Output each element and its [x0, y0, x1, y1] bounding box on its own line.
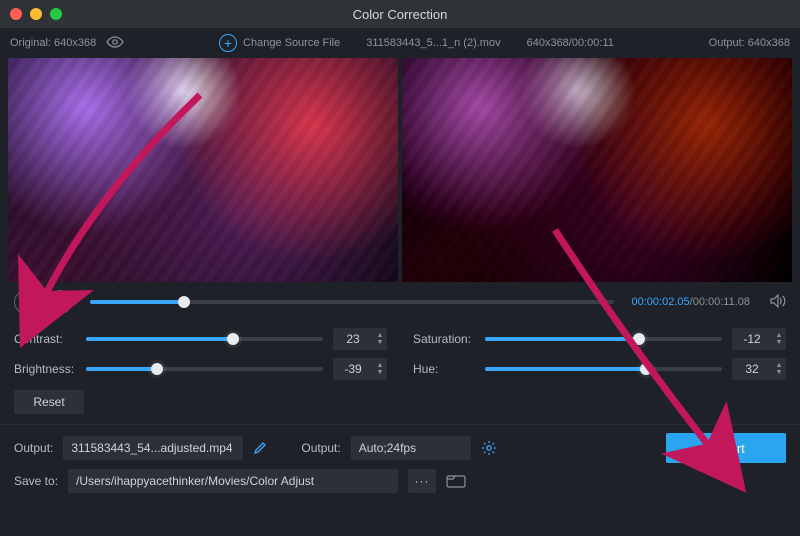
brightness-thumb[interactable]	[151, 363, 163, 375]
change-source-label: Change Source File	[243, 37, 340, 49]
volume-icon[interactable]	[770, 294, 786, 311]
preview-area	[8, 58, 792, 282]
hue-value: 32	[732, 362, 772, 376]
output-file-row: Output: 311583443_54...adjusted.mp4 Outp…	[0, 427, 800, 469]
output-format-value: Auto;24fps	[359, 441, 416, 455]
save-to-field[interactable]: /Users/ihappyacethinker/Movies/Color Adj…	[68, 469, 398, 493]
playback-controls: 00:00:02.05/00:00:11.08	[0, 282, 800, 322]
chevron-up-icon: ▲	[772, 362, 786, 369]
contrast-thumb[interactable]	[227, 333, 239, 345]
contrast-row: Contrast: 23 ▲▼	[14, 328, 387, 350]
timeline-fill	[90, 300, 184, 304]
saturation-stepper[interactable]: -12 ▲▼	[732, 328, 786, 350]
saturation-label: Saturation:	[413, 332, 475, 346]
info-bar: Original: 640x368 + Change Source File 3…	[0, 28, 800, 58]
hue-thumb[interactable]	[640, 363, 652, 375]
contrast-value: 23	[333, 332, 373, 346]
saturation-thumb[interactable]	[633, 333, 645, 345]
output-format-label: Output:	[301, 441, 340, 455]
adjustment-panel: Contrast: 23 ▲▼ Saturation: -12 ▲▼ Brigh…	[0, 322, 800, 384]
output-dimensions-label: Output: 640x368	[709, 37, 790, 49]
original-preview	[8, 58, 398, 282]
chevron-up-icon: ▲	[373, 332, 387, 339]
chevron-up-icon: ▲	[772, 332, 786, 339]
chevron-down-icon: ▼	[772, 369, 786, 376]
preview-visibility-icon[interactable]	[106, 36, 124, 51]
hue-label: Hue:	[413, 362, 475, 376]
export-button[interactable]: Export	[666, 433, 786, 463]
open-folder-icon[interactable]	[446, 473, 466, 489]
source-file-name: 311583443_5...1_n (2).mov	[366, 37, 500, 49]
total-time: 00:00:11.08	[693, 296, 750, 308]
output-file-label: Output:	[14, 441, 53, 455]
stop-icon	[57, 299, 64, 306]
current-time: 00:00:02.05	[632, 296, 690, 308]
brightness-row: Brightness: -39 ▲▼	[14, 358, 387, 380]
chevron-down-icon: ▼	[772, 339, 786, 346]
edit-filename-icon[interactable]	[253, 441, 267, 455]
reset-button[interactable]: Reset	[14, 390, 84, 414]
change-source-button[interactable]: + Change Source File	[219, 34, 340, 52]
output-format-field[interactable]: Auto;24fps	[351, 436, 471, 460]
brightness-label: Brightness:	[14, 362, 76, 376]
window-title: Color Correction	[0, 7, 800, 22]
contrast-label: Contrast:	[14, 332, 76, 346]
brightness-stepper[interactable]: -39 ▲▼	[333, 358, 387, 380]
source-file-meta: 640x368/00:00:11	[527, 37, 614, 49]
timecode: 00:00:02.05/00:00:11.08	[632, 296, 750, 308]
saturation-row: Saturation: -12 ▲▼	[413, 328, 786, 350]
output-file-field[interactable]: 311583443_54...adjusted.mp4	[63, 436, 243, 460]
output-preview	[402, 58, 792, 282]
contrast-slider[interactable]	[86, 337, 323, 341]
play-icon	[23, 297, 30, 307]
saturation-value: -12	[732, 332, 772, 346]
hue-row: Hue: 32 ▲▼	[413, 358, 786, 380]
play-button[interactable]	[14, 290, 38, 314]
timeline-slider[interactable]	[90, 300, 614, 304]
original-dimensions-label: Original: 640x368	[10, 37, 96, 49]
timeline-thumb[interactable]	[178, 296, 190, 308]
brightness-value: -39	[333, 362, 373, 376]
format-settings-icon[interactable]	[481, 440, 497, 456]
hue-stepper[interactable]: 32 ▲▼	[732, 358, 786, 380]
output-file-value: 311583443_54...adjusted.mp4	[71, 441, 232, 455]
saturation-slider[interactable]	[485, 337, 722, 341]
contrast-stepper[interactable]: 23 ▲▼	[333, 328, 387, 350]
save-to-label: Save to:	[14, 474, 58, 488]
browse-folder-button[interactable]: ···	[408, 469, 436, 493]
save-to-value: /Users/ihappyacethinker/Movies/Color Adj…	[76, 474, 314, 488]
brightness-slider[interactable]	[86, 367, 323, 371]
divider	[0, 424, 800, 425]
stop-button[interactable]	[48, 290, 72, 314]
hue-slider[interactable]	[485, 367, 722, 371]
plus-icon: +	[219, 34, 237, 52]
save-to-row: Save to: /Users/ihappyacethinker/Movies/…	[0, 469, 800, 499]
titlebar: Color Correction	[0, 0, 800, 28]
chevron-down-icon: ▼	[373, 339, 387, 346]
chevron-up-icon: ▲	[373, 362, 387, 369]
chevron-down-icon: ▼	[373, 369, 387, 376]
